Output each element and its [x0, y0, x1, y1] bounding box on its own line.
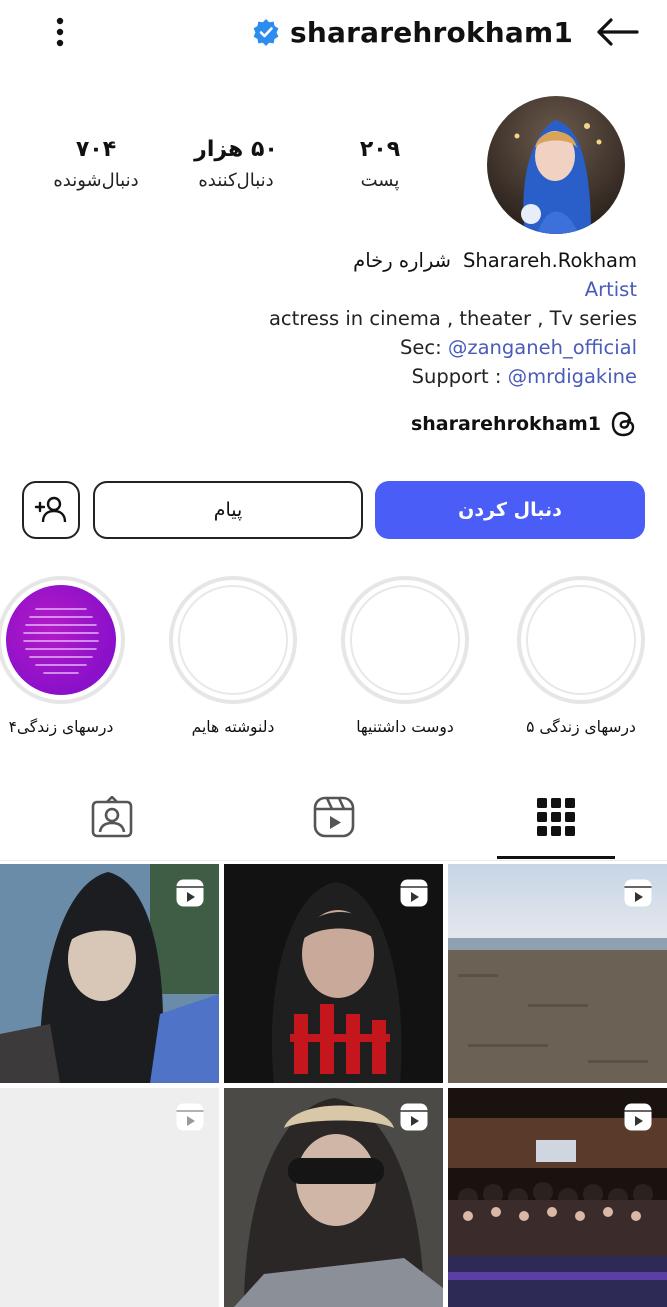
highlight-ring — [169, 576, 297, 704]
tab-posts-grid[interactable] — [496, 790, 616, 844]
profile-username: shararehrokham1 — [290, 15, 574, 49]
reel-badge-icon — [624, 879, 652, 907]
avatar-image — [487, 96, 625, 234]
bio-name-en: Sharareh.Rokham — [463, 249, 637, 272]
grid-icon — [537, 798, 575, 836]
grid-post-1[interactable] — [0, 864, 219, 1083]
back-button[interactable] — [591, 12, 643, 52]
highlight-cover — [526, 585, 636, 695]
arrow-left-icon — [597, 18, 639, 46]
bio-sec-label: Sec: — [399, 336, 448, 359]
tab-divider — [0, 860, 667, 861]
bio-text: actress in cinema , theater , Tv series — [268, 307, 637, 330]
grid-post-4[interactable] — [0, 1088, 219, 1307]
bio-name-row: شراره رخام Sharareh.Rokham — [17, 246, 637, 275]
highlight-ring — [517, 576, 645, 704]
highlight-label: دلنوشته هایم — [191, 718, 275, 736]
bio-support-row: Support : @mrdigakine — [17, 362, 637, 391]
suggest-users-button[interactable] — [22, 481, 80, 539]
profile-avatar[interactable] — [487, 96, 625, 234]
kebab-menu-icon — [56, 17, 64, 47]
follow-button[interactable]: دنبال کردن — [375, 481, 645, 539]
tab-reels[interactable] — [274, 790, 394, 844]
followers-label: دنبال‌کننده — [198, 170, 274, 191]
highlight-1[interactable]: درسهای زندگی ۵ — [506, 576, 656, 736]
grid-post-2[interactable] — [224, 864, 443, 1083]
reel-badge-icon — [624, 1103, 652, 1131]
stat-following[interactable]: ۷۰۴ دنبال‌شونده — [26, 136, 166, 191]
reel-badge-icon — [400, 1103, 428, 1131]
posts-count: ۲۰۹ — [359, 137, 401, 162]
grid-post-3[interactable] — [448, 864, 667, 1083]
followers-count: ۵۰ هزار — [194, 137, 278, 162]
threads-icon — [611, 411, 635, 437]
highlight-2[interactable]: دوست داشتنیها — [330, 576, 480, 736]
reels-icon — [313, 796, 355, 838]
reel-badge-icon — [176, 879, 204, 907]
reel-badge-icon — [176, 1103, 204, 1131]
bio-support-label: Support : — [411, 365, 508, 388]
bio-sec-row: Sec: @zanganeh_official — [17, 333, 637, 362]
stat-followers[interactable]: ۵۰ هزار دنبال‌کننده — [166, 136, 306, 191]
posts-label: پست — [360, 170, 400, 191]
stat-posts[interactable]: ۲۰۹ پست — [310, 136, 450, 191]
reel-badge-icon — [400, 879, 428, 907]
highlight-ring — [341, 576, 469, 704]
highlight-label: درسهای زندگی ۵ — [526, 718, 636, 736]
highlight-cover — [350, 585, 460, 695]
grid-post-6[interactable] — [448, 1088, 667, 1307]
message-button[interactable]: پیام — [93, 481, 363, 539]
sec-mention-link[interactable]: @zanganeh_official — [448, 336, 637, 359]
bio-name-fa: شراره رخام — [353, 249, 451, 272]
following-label: دنبال‌شونده — [53, 170, 139, 191]
tagged-icon — [91, 796, 133, 838]
highlight-label: دوست داشتنیها — [356, 718, 454, 736]
highlight-cover — [178, 585, 288, 695]
support-mention-link[interactable]: @mrdigakine — [508, 365, 637, 388]
tab-tagged[interactable] — [52, 790, 172, 844]
bio-category: Artist — [584, 278, 637, 301]
grid-post-5[interactable] — [224, 1088, 443, 1307]
threads-link[interactable]: shararehrokham1 — [411, 410, 637, 438]
highlight-ring — [0, 576, 125, 704]
add-user-icon — [34, 496, 67, 523]
highlight-4[interactable]: درسهای زندگی۴ — [0, 576, 136, 736]
active-tab-indicator — [497, 856, 615, 859]
threads-handle: shararehrokham1 — [410, 413, 601, 435]
highlight-text-graphic — [23, 608, 99, 674]
highlight-cover-purple — [6, 585, 116, 695]
highlight-label: درسهای زندگی۴ — [8, 718, 114, 736]
highlight-3[interactable]: دلنوشته هایم — [158, 576, 308, 736]
profile-header: shararehrokham1 — [252, 12, 573, 52]
more-options-button[interactable] — [40, 12, 80, 52]
verified-badge-icon — [253, 19, 279, 46]
following-count: ۷۰۴ — [75, 137, 117, 162]
